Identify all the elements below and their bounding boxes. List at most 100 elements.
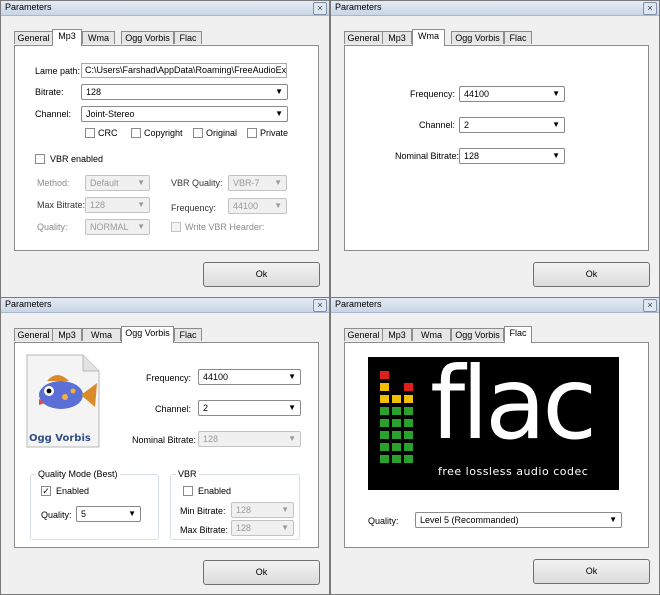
close-icon[interactable]: ×: [643, 299, 657, 312]
titlebar[interactable]: Parameters ×: [331, 1, 659, 16]
chevron-down-icon: ▼: [128, 509, 136, 518]
quality-select[interactable]: Level 5 (Recommanded) ▼: [415, 512, 622, 528]
max-bitrate-label: Max Bitrate:: [180, 525, 229, 535]
quality-mode-enabled-checkbox[interactable]: ✓: [41, 486, 51, 496]
close-icon[interactable]: ×: [313, 299, 327, 312]
ok-button[interactable]: Ok: [203, 560, 320, 585]
channel-value: Joint-Stereo: [86, 109, 135, 119]
chevron-down-icon: ▼: [275, 87, 283, 96]
lame-path-input[interactable]: C:\Users\Farshad\AppData\Roaming\FreeAud…: [81, 63, 287, 78]
channel-label: Channel:: [419, 120, 456, 130]
max-bitrate-select[interactable]: 128 ▼: [85, 197, 150, 213]
tab-flac[interactable]: Flac: [504, 326, 532, 343]
method-select[interactable]: Default ▼: [85, 175, 150, 191]
frequency-select[interactable]: 44100 ▼: [198, 369, 301, 385]
private-label: Private: [260, 128, 289, 138]
vbr-group: VBR Enabled Min Bitrate: 128 ▼ Max Bitra…: [170, 469, 300, 540]
window-title: Parameters: [5, 299, 52, 309]
copyright-checkbox[interactable]: [131, 128, 141, 138]
private-checkbox[interactable]: [247, 128, 257, 138]
chevron-down-icon: ▼: [137, 178, 145, 187]
nominal-bitrate-select[interactable]: 128 ▼: [459, 148, 565, 164]
tab-flac[interactable]: Flac: [174, 328, 202, 341]
tab-ogg-vorbis[interactable]: Ogg Vorbis: [451, 31, 504, 44]
tab-flac[interactable]: Flac: [504, 31, 532, 44]
channel-select[interactable]: 2 ▼: [459, 117, 565, 133]
chevron-down-icon: ▼: [281, 523, 289, 532]
channel-select[interactable]: Joint-Stereo ▼: [81, 106, 288, 122]
chevron-down-icon: ▼: [288, 372, 296, 381]
bitrate-select[interactable]: 128 ▼: [81, 84, 288, 100]
quality-label: Quality:: [368, 516, 399, 526]
max-bitrate-select[interactable]: 128 ▼: [231, 520, 294, 536]
tab-general[interactable]: General: [344, 328, 383, 341]
titlebar[interactable]: Parameters ×: [331, 298, 659, 313]
quality-value: 5: [81, 509, 87, 519]
vbr-enabled-checkbox[interactable]: [35, 154, 45, 164]
vbr-quality-label: VBR Quality:: [171, 178, 223, 188]
frequency-select[interactable]: 44100 ▼: [228, 198, 287, 214]
tab-general[interactable]: General: [14, 328, 53, 341]
quality-label: Quality:: [41, 510, 72, 520]
close-icon[interactable]: ×: [643, 2, 657, 15]
quality-select[interactable]: NORMAL ▼: [85, 219, 150, 235]
window-title: Parameters: [335, 2, 382, 12]
vbr-quality-value: VBR-7: [233, 178, 260, 188]
ok-button[interactable]: Ok: [533, 262, 650, 287]
tab-ogg-vorbis[interactable]: Ogg Vorbis: [451, 328, 504, 341]
tab-wma[interactable]: Wma: [82, 31, 115, 44]
tab-wma[interactable]: Wma: [412, 29, 445, 46]
close-icon[interactable]: ×: [313, 2, 327, 15]
nominal-bitrate-label: Nominal Bitrate:: [395, 151, 460, 161]
min-bitrate-select[interactable]: 128 ▼: [231, 502, 294, 518]
original-checkbox[interactable]: [193, 128, 203, 138]
dialog-wma: Parameters × General Mp3 Wma Ogg Vorbis …: [330, 0, 660, 298]
chevron-down-icon: ▼: [137, 222, 145, 231]
tab-wma[interactable]: Wma: [82, 328, 121, 341]
frequency-value: 44100: [464, 89, 490, 99]
copyright-label: Copyright: [144, 128, 183, 138]
nominal-bitrate-select[interactable]: 128 ▼: [198, 431, 301, 447]
quality-mode-group: Quality Mode (Best) ✓ Enabled Quality: 5…: [30, 469, 159, 540]
tab-panel: Frequency: 44100 ▼ Channel: 2 ▼ Nominal …: [344, 45, 649, 251]
flac-logo-tagline: free lossless audio codec: [438, 465, 589, 478]
min-bitrate-value: 128: [236, 505, 252, 515]
quality-select[interactable]: 5 ▼: [76, 506, 141, 522]
tab-general[interactable]: General: [14, 31, 53, 44]
crc-checkbox[interactable]: [85, 128, 95, 138]
write-vbr-header-label: Write VBR Hearder:: [185, 222, 265, 232]
bitrate-value: 128: [86, 87, 102, 97]
ok-button[interactable]: Ok: [203, 262, 320, 287]
titlebar[interactable]: Parameters ×: [1, 1, 329, 16]
tab-ogg-vorbis[interactable]: Ogg Vorbis: [121, 31, 174, 44]
chevron-down-icon: ▼: [552, 151, 560, 160]
lame-path-label: Lame path:: [35, 66, 81, 76]
vbr-enabled-label: Enabled: [198, 486, 232, 496]
crc-label: CRC: [98, 128, 118, 138]
vbr-quality-select[interactable]: VBR-7 ▼: [228, 175, 287, 191]
tab-ogg-vorbis[interactable]: Ogg Vorbis: [121, 326, 174, 343]
channel-value: 2: [464, 120, 470, 130]
flac-logo: flac free lossless audio codec: [368, 349, 619, 490]
quality-label: Quality:: [37, 222, 68, 232]
tab-mp3[interactable]: Mp3: [52, 328, 82, 341]
max-bitrate-value: 128: [236, 523, 252, 533]
vbr-enabled-checkbox[interactable]: [183, 486, 193, 496]
ok-button[interactable]: Ok: [533, 559, 650, 584]
flac-logo-word: flac: [430, 345, 597, 462]
frequency-select[interactable]: 44100 ▼: [459, 86, 565, 102]
tab-wma[interactable]: Wma: [412, 328, 451, 341]
write-vbr-header-checkbox[interactable]: [171, 222, 181, 232]
nominal-bitrate-value: 128: [464, 151, 480, 161]
channel-value: 2: [203, 403, 209, 413]
channel-label: Channel:: [35, 109, 72, 119]
tab-mp3[interactable]: Mp3: [382, 31, 412, 44]
titlebar[interactable]: Parameters ×: [1, 298, 329, 313]
tab-general[interactable]: General: [344, 31, 383, 44]
tab-mp3[interactable]: Mp3: [382, 328, 412, 341]
quality-mode-enabled-label: Enabled: [56, 486, 90, 496]
tab-mp3[interactable]: Mp3: [52, 29, 82, 46]
channel-select[interactable]: 2 ▼: [198, 400, 301, 416]
ogg-vorbis-logo: Ogg Vorbis: [25, 353, 101, 449]
tab-flac[interactable]: Flac: [174, 31, 202, 44]
